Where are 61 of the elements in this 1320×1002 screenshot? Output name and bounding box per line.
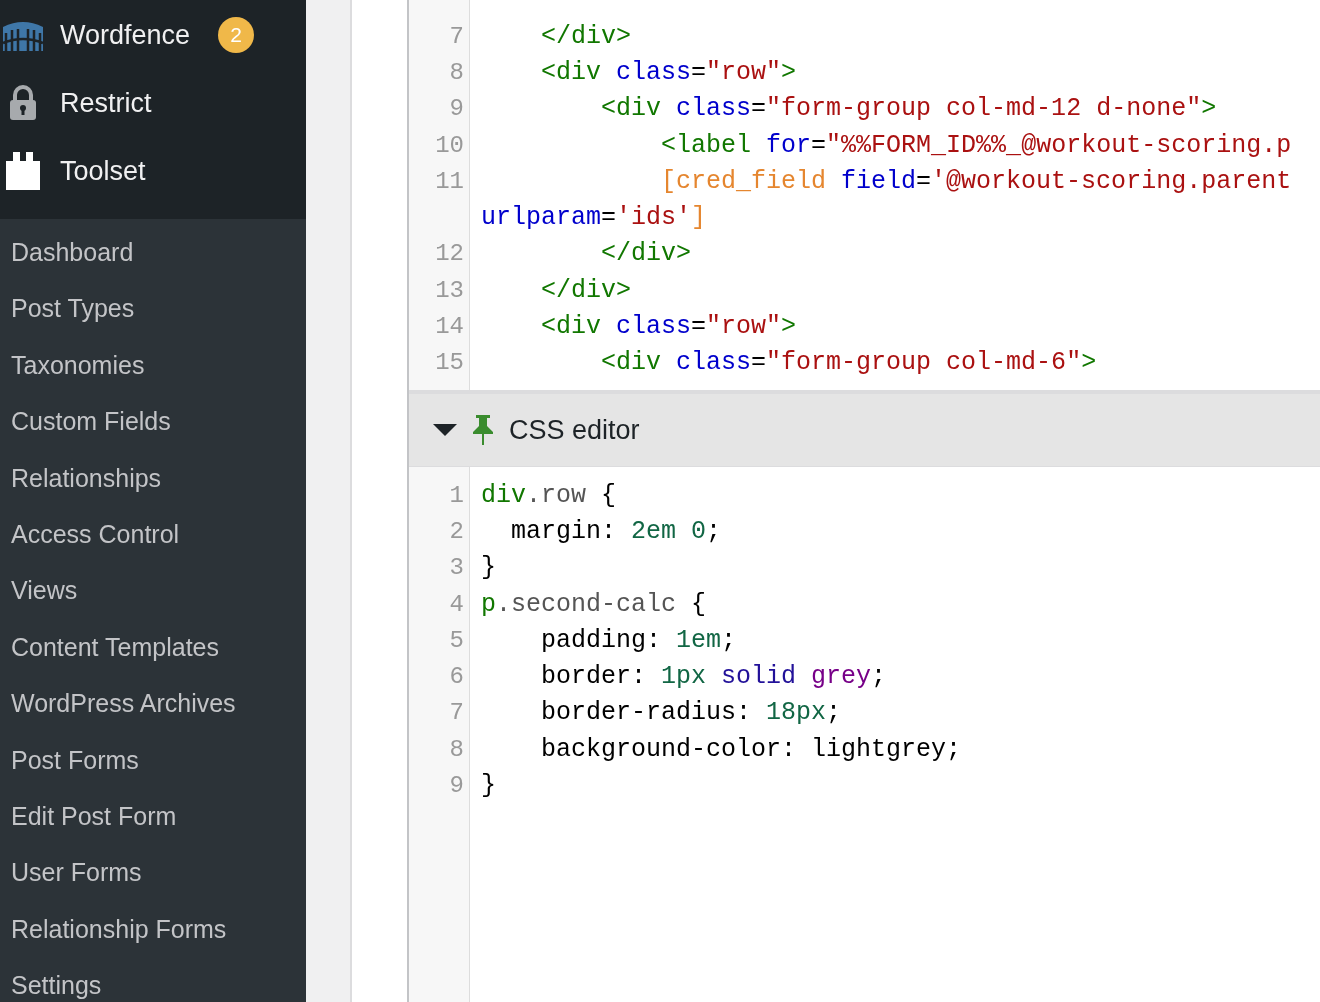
submenu-item[interactable]: Content Templates (0, 618, 306, 676)
code-line: border: 1px solid grey; (540, 662, 887, 692)
line-number: 15 (434, 349, 464, 377)
code-line: <div class="row"> (540, 312, 797, 342)
submenu-item[interactable]: Dashboard (0, 224, 306, 281)
submenu-item[interactable]: User Forms (0, 844, 306, 901)
line-number: 9 (448, 95, 464, 123)
line-number: 12 (434, 240, 464, 268)
caret-icon (433, 423, 457, 437)
code-line: <div class="form-group col-md-12 d-none"> (600, 94, 1217, 124)
code-line: urlparam='ids'] (481, 203, 707, 233)
submenu-item[interactable]: Custom Fields (0, 393, 306, 450)
code-line: padding: 1em; (540, 625, 737, 655)
line-number: 7 (448, 699, 464, 727)
line-number: 4 (448, 590, 464, 618)
pin-icon (471, 415, 495, 445)
line-number: 6 (448, 663, 464, 691)
line-number: 9 (448, 772, 464, 799)
toggle-button[interactable] (433, 423, 457, 437)
code-line: <div class="row"> (540, 57, 797, 87)
submenu-item[interactable]: WordPress Archives (0, 675, 306, 732)
submenu-item[interactable]: Relationships (0, 449, 306, 506)
submenu-item[interactable]: Post Forms (0, 731, 306, 788)
count-badge: 2 (218, 17, 255, 53)
code-line: div.row { (481, 480, 617, 510)
submenu-item[interactable]: Settings (0, 957, 306, 1002)
code-line: } (481, 553, 496, 583)
line-number: 8 (448, 58, 464, 86)
submenu-item[interactable]: Edit Post Form (0, 787, 306, 845)
line-number: 13 (434, 276, 464, 304)
line-number: 10 (434, 131, 464, 159)
line-number: 3 (448, 554, 464, 582)
submenu-item[interactable]: Taxonomies (0, 336, 306, 394)
line-number: 11 (434, 167, 464, 195)
code-line: </div> (540, 21, 632, 51)
line-number: 5 (448, 626, 464, 654)
code-line: <div class="form-group col-md-6"> (600, 348, 1097, 378)
line-number: 1 (448, 481, 464, 509)
menu-item[interactable]: Wordfence 2 (0, 1, 306, 69)
menu-item[interactable]: Toolset (0, 137, 306, 205)
submenu-item[interactable]: Access Control (0, 505, 306, 563)
code-line: border-radius: 18px; (540, 698, 842, 728)
code-line: [cred_field field='@workout-scoring.parent (660, 166, 1292, 196)
code-line: <label for="%%FORM_ID%%_@workout-scoring.p (660, 130, 1292, 160)
code-line: </div> (600, 239, 692, 269)
block-icon (5, 151, 41, 191)
menu-item[interactable]: Restrict (0, 69, 306, 137)
line-number: 2 (448, 517, 464, 545)
code-line: background-color: lightgrey; (540, 734, 962, 764)
lock-icon (8, 85, 38, 121)
line-number: 14 (434, 313, 464, 341)
submenu-item[interactable]: Views (0, 562, 306, 619)
line-number: 7 (448, 22, 464, 50)
submenu-item[interactable]: Post Types (0, 280, 306, 337)
submenu-item[interactable]: Relationship Forms (0, 900, 306, 958)
code-line: </div> (540, 275, 632, 305)
code-line: } (481, 771, 496, 800)
line-number: 8 (448, 735, 464, 763)
code-line: margin: 2em 0; (510, 516, 722, 546)
editor-title: CSS editor (509, 414, 640, 446)
code-line: p.second-calc { (481, 589, 707, 619)
